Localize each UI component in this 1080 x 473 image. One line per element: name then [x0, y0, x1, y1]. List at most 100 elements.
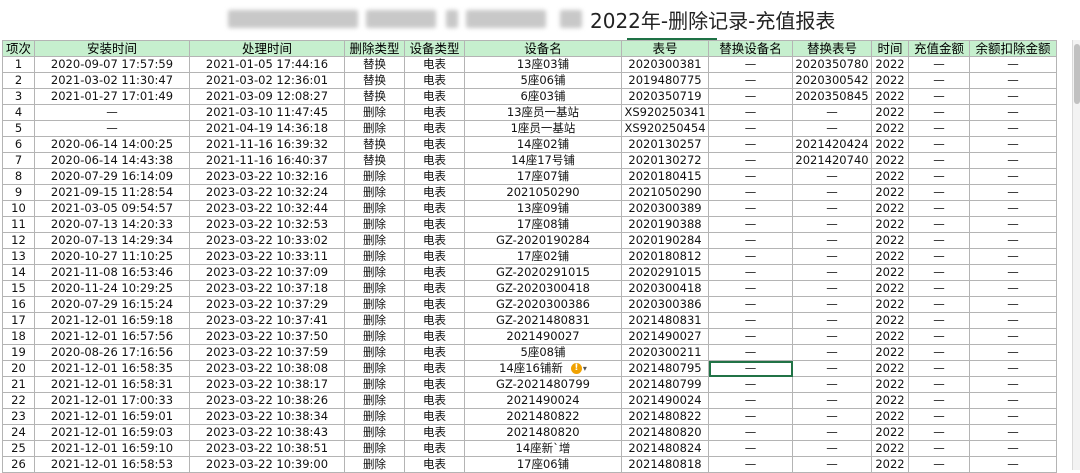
table-cell[interactable]: 17座02铺 [464, 248, 622, 265]
table-cell[interactable]: 2021-01-27 17:01:49 [34, 88, 190, 105]
table-cell[interactable]: 15 [2, 280, 35, 297]
table-cell[interactable]: 2020-07-13 14:29:34 [34, 232, 190, 249]
table-cell[interactable]: 13座09铺 [464, 200, 622, 217]
table-cell[interactable]: — [908, 392, 970, 409]
table-cell[interactable]: 替换 [344, 72, 405, 89]
table-cell[interactable]: — [792, 184, 872, 201]
table-cell[interactable]: 2020300386 [621, 296, 709, 313]
table-cell[interactable]: 2020-11-24 10:29:25 [34, 280, 190, 297]
table-cell[interactable]: 删除 [344, 232, 405, 249]
table-cell[interactable]: 14座新`增 [464, 440, 622, 457]
table-cell[interactable]: 2022 [871, 152, 909, 169]
table-cell[interactable]: — [908, 408, 970, 425]
table-cell[interactable]: 2021490027 [621, 328, 709, 345]
table-cell[interactable]: 2023-03-22 10:33:02 [189, 232, 345, 249]
table-cell[interactable]: — [708, 216, 793, 233]
table-cell[interactable]: — [708, 200, 793, 217]
table-cell[interactable]: — [969, 456, 1057, 473]
table-cell[interactable]: 2022 [871, 168, 909, 185]
table-cell[interactable]: — [908, 216, 970, 233]
column-header[interactable]: 替换设备名 [708, 40, 793, 57]
table-cell[interactable]: — [908, 264, 970, 281]
table-cell[interactable]: 2023-03-22 10:32:53 [189, 216, 345, 233]
table-cell[interactable]: 6座03铺 [464, 88, 622, 105]
table-cell[interactable]: — [969, 280, 1057, 297]
table-cell[interactable]: 2023-03-22 10:32:24 [189, 184, 345, 201]
table-cell[interactable]: 2021420740 [792, 152, 872, 169]
table-cell[interactable]: 2021490024 [621, 392, 709, 409]
table-cell[interactable]: 2021-03-10 11:47:45 [189, 104, 345, 121]
table-cell[interactable]: 2023-03-22 10:38:17 [189, 376, 345, 393]
column-header[interactable]: 替换表号 [792, 40, 872, 57]
table-cell[interactable]: 电表 [404, 216, 465, 233]
table-cell[interactable]: — [792, 264, 872, 281]
table-cell[interactable]: 删除 [344, 328, 405, 345]
column-header[interactable]: 设备名 [464, 40, 622, 57]
table-cell[interactable]: — [708, 56, 793, 73]
table-cell[interactable]: 删除 [344, 200, 405, 217]
table-cell[interactable]: 删除 [344, 440, 405, 457]
table-cell[interactable]: 13 [2, 248, 35, 265]
table-cell[interactable]: — [908, 88, 970, 105]
table-cell[interactable]: 9 [2, 184, 35, 201]
table-cell[interactable]: 16 [2, 296, 35, 313]
table-cell[interactable]: 11 [2, 216, 35, 233]
table-cell[interactable]: — [792, 424, 872, 441]
table-cell[interactable]: — [792, 280, 872, 297]
table-cell[interactable]: 删除 [344, 248, 405, 265]
table-cell[interactable]: — [908, 232, 970, 249]
table-cell[interactable]: — [792, 200, 872, 217]
table-cell[interactable]: — [908, 136, 970, 153]
table-cell[interactable]: 2022 [871, 360, 909, 377]
table-cell[interactable]: 电表 [404, 232, 465, 249]
table-cell[interactable]: 2020180812 [621, 248, 709, 265]
table-cell[interactable]: 14座02铺 [464, 136, 622, 153]
table-cell[interactable]: — [708, 392, 793, 409]
column-header[interactable]: 充值金额 [908, 40, 970, 57]
table-cell[interactable]: 2021480799 [621, 376, 709, 393]
table-cell[interactable]: 24 [2, 424, 35, 441]
table-cell[interactable]: — [969, 440, 1057, 457]
table-cell[interactable]: — [708, 168, 793, 185]
table-cell[interactable]: — [969, 408, 1057, 425]
table-cell[interactable]: — [969, 104, 1057, 121]
table-cell[interactable]: 2021480820 [621, 424, 709, 441]
table-cell[interactable]: 2023-03-22 10:32:44 [189, 200, 345, 217]
table-cell[interactable]: — [792, 360, 872, 377]
table-cell[interactable]: — [792, 456, 872, 473]
table-cell[interactable]: 2021480822 [621, 408, 709, 425]
table-cell[interactable]: 电表 [404, 88, 465, 105]
table-cell[interactable]: 删除 [344, 104, 405, 121]
table-cell[interactable]: — [708, 248, 793, 265]
table-cell[interactable]: — [708, 72, 793, 89]
table-cell[interactable]: 电表 [404, 200, 465, 217]
table-cell[interactable]: 25 [2, 440, 35, 457]
table-cell[interactable]: 14座17号铺 [464, 152, 622, 169]
table-cell[interactable]: 17 [2, 312, 35, 329]
table-cell[interactable]: 8 [2, 168, 35, 185]
table-cell[interactable]: 1 [2, 56, 35, 73]
table-cell[interactable]: — [708, 312, 793, 329]
table-cell[interactable]: — [708, 440, 793, 457]
table-cell[interactable]: — [708, 104, 793, 121]
table-cell[interactable]: 电表 [404, 312, 465, 329]
table-cell[interactable]: 替换 [344, 136, 405, 153]
table-cell[interactable]: 2022 [871, 344, 909, 361]
table-cell[interactable]: 电表 [404, 120, 465, 137]
table-cell[interactable]: — [792, 440, 872, 457]
table-cell[interactable]: 2021-11-08 16:53:46 [34, 264, 190, 281]
table-cell[interactable]: — [708, 344, 793, 361]
table-cell[interactable]: — [908, 440, 970, 457]
table-cell[interactable]: — [792, 408, 872, 425]
table-cell[interactable]: 2020130272 [621, 152, 709, 169]
table-cell[interactable]: 12 [2, 232, 35, 249]
table-cell[interactable]: 2020350719 [621, 88, 709, 105]
table-cell[interactable]: — [708, 424, 793, 441]
table-cell[interactable]: — [908, 312, 970, 329]
table-cell[interactable]: 2022 [871, 280, 909, 297]
table-cell[interactable]: 2020291015 [621, 264, 709, 281]
table-cell[interactable]: 2022 [871, 440, 909, 457]
table-cell[interactable]: 2022 [871, 104, 909, 121]
table-cell[interactable]: 2021-03-02 12:36:01 [189, 72, 345, 89]
table-cell[interactable]: — [969, 120, 1057, 137]
